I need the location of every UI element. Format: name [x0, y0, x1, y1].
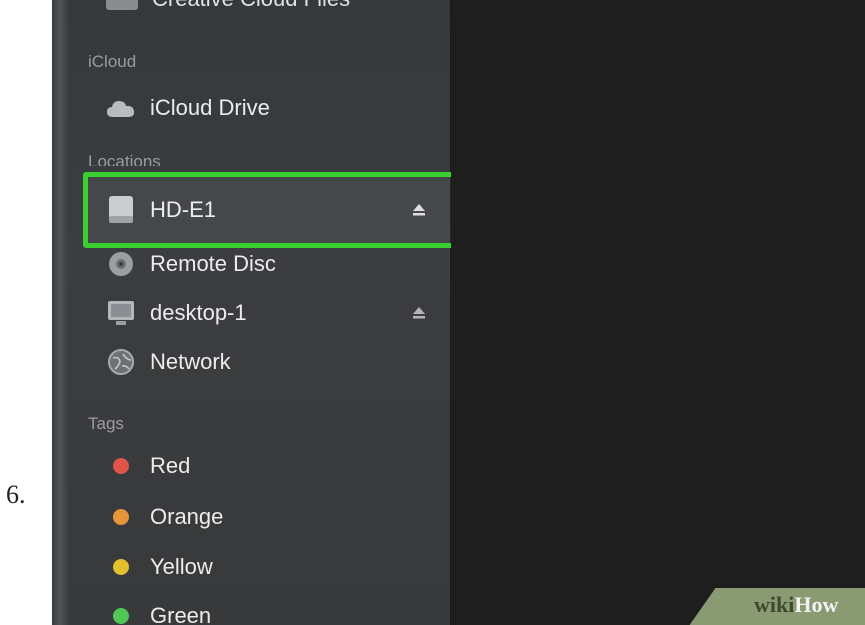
sidebar-item-tag-orange[interactable]: Orange: [106, 501, 223, 533]
sidebar-item-label: Yellow: [150, 554, 213, 579]
sidebar-item-tag-yellow[interactable]: Yellow: [106, 551, 213, 583]
sidebar-item-desktop-1[interactable]: desktop-1: [106, 297, 428, 329]
window-edge: [52, 0, 68, 625]
section-header-tags: Tags: [88, 414, 124, 433]
cloud-icon: [106, 93, 136, 123]
sidebar-item-label: Green: [150, 603, 212, 625]
finder-screenshot: Creative Cloud Files iCloud iCloud Drive…: [52, 0, 865, 625]
highlight-box: [83, 172, 465, 248]
sidebar-item-creative-cloud-files[interactable]: Creative Cloud Files: [106, 0, 350, 12]
sidebar-item-label: desktop-1: [150, 300, 247, 325]
orange-tag-dot-icon: [113, 509, 129, 525]
step-number: 6.: [6, 480, 26, 509]
sidebar-item-tag-red[interactable]: Red: [106, 450, 190, 482]
yellow-tag-dot-icon: [113, 559, 129, 575]
network-globe-icon: [106, 347, 136, 377]
finder-sidebar: Creative Cloud Files iCloud iCloud Drive…: [68, 0, 465, 625]
wikihow-watermark: wikiHow: [754, 592, 839, 617]
red-tag-dot-icon: [113, 458, 129, 474]
finder-content-area: [451, 0, 865, 625]
sidebar-item-label: Network: [150, 349, 231, 374]
eject-icon[interactable]: [410, 304, 428, 322]
sidebar-item-label: Red: [150, 453, 191, 478]
sidebar-item-label: Remote Disc: [150, 251, 276, 276]
section-header-icloud: iCloud: [88, 52, 137, 71]
sidebar-item-label: Creative Cloud Files: [152, 0, 350, 12]
sidebar-item-label: iCloud Drive: [150, 95, 270, 120]
sidebar-item-label: Orange: [150, 504, 224, 529]
sidebar-item-tag-green[interactable]: Green: [106, 600, 211, 625]
section-header-locations: Locations: [88, 152, 161, 166]
sidebar-item-remote-disc[interactable]: Remote Disc: [106, 248, 276, 280]
computer-icon: [106, 298, 136, 328]
disc-icon: [106, 249, 136, 279]
green-tag-dot-icon: [113, 608, 129, 624]
sidebar-item-network[interactable]: Network: [106, 346, 231, 378]
sidebar-item-icloud-drive[interactable]: iCloud Drive: [106, 92, 270, 124]
folder-icon: [106, 0, 138, 10]
